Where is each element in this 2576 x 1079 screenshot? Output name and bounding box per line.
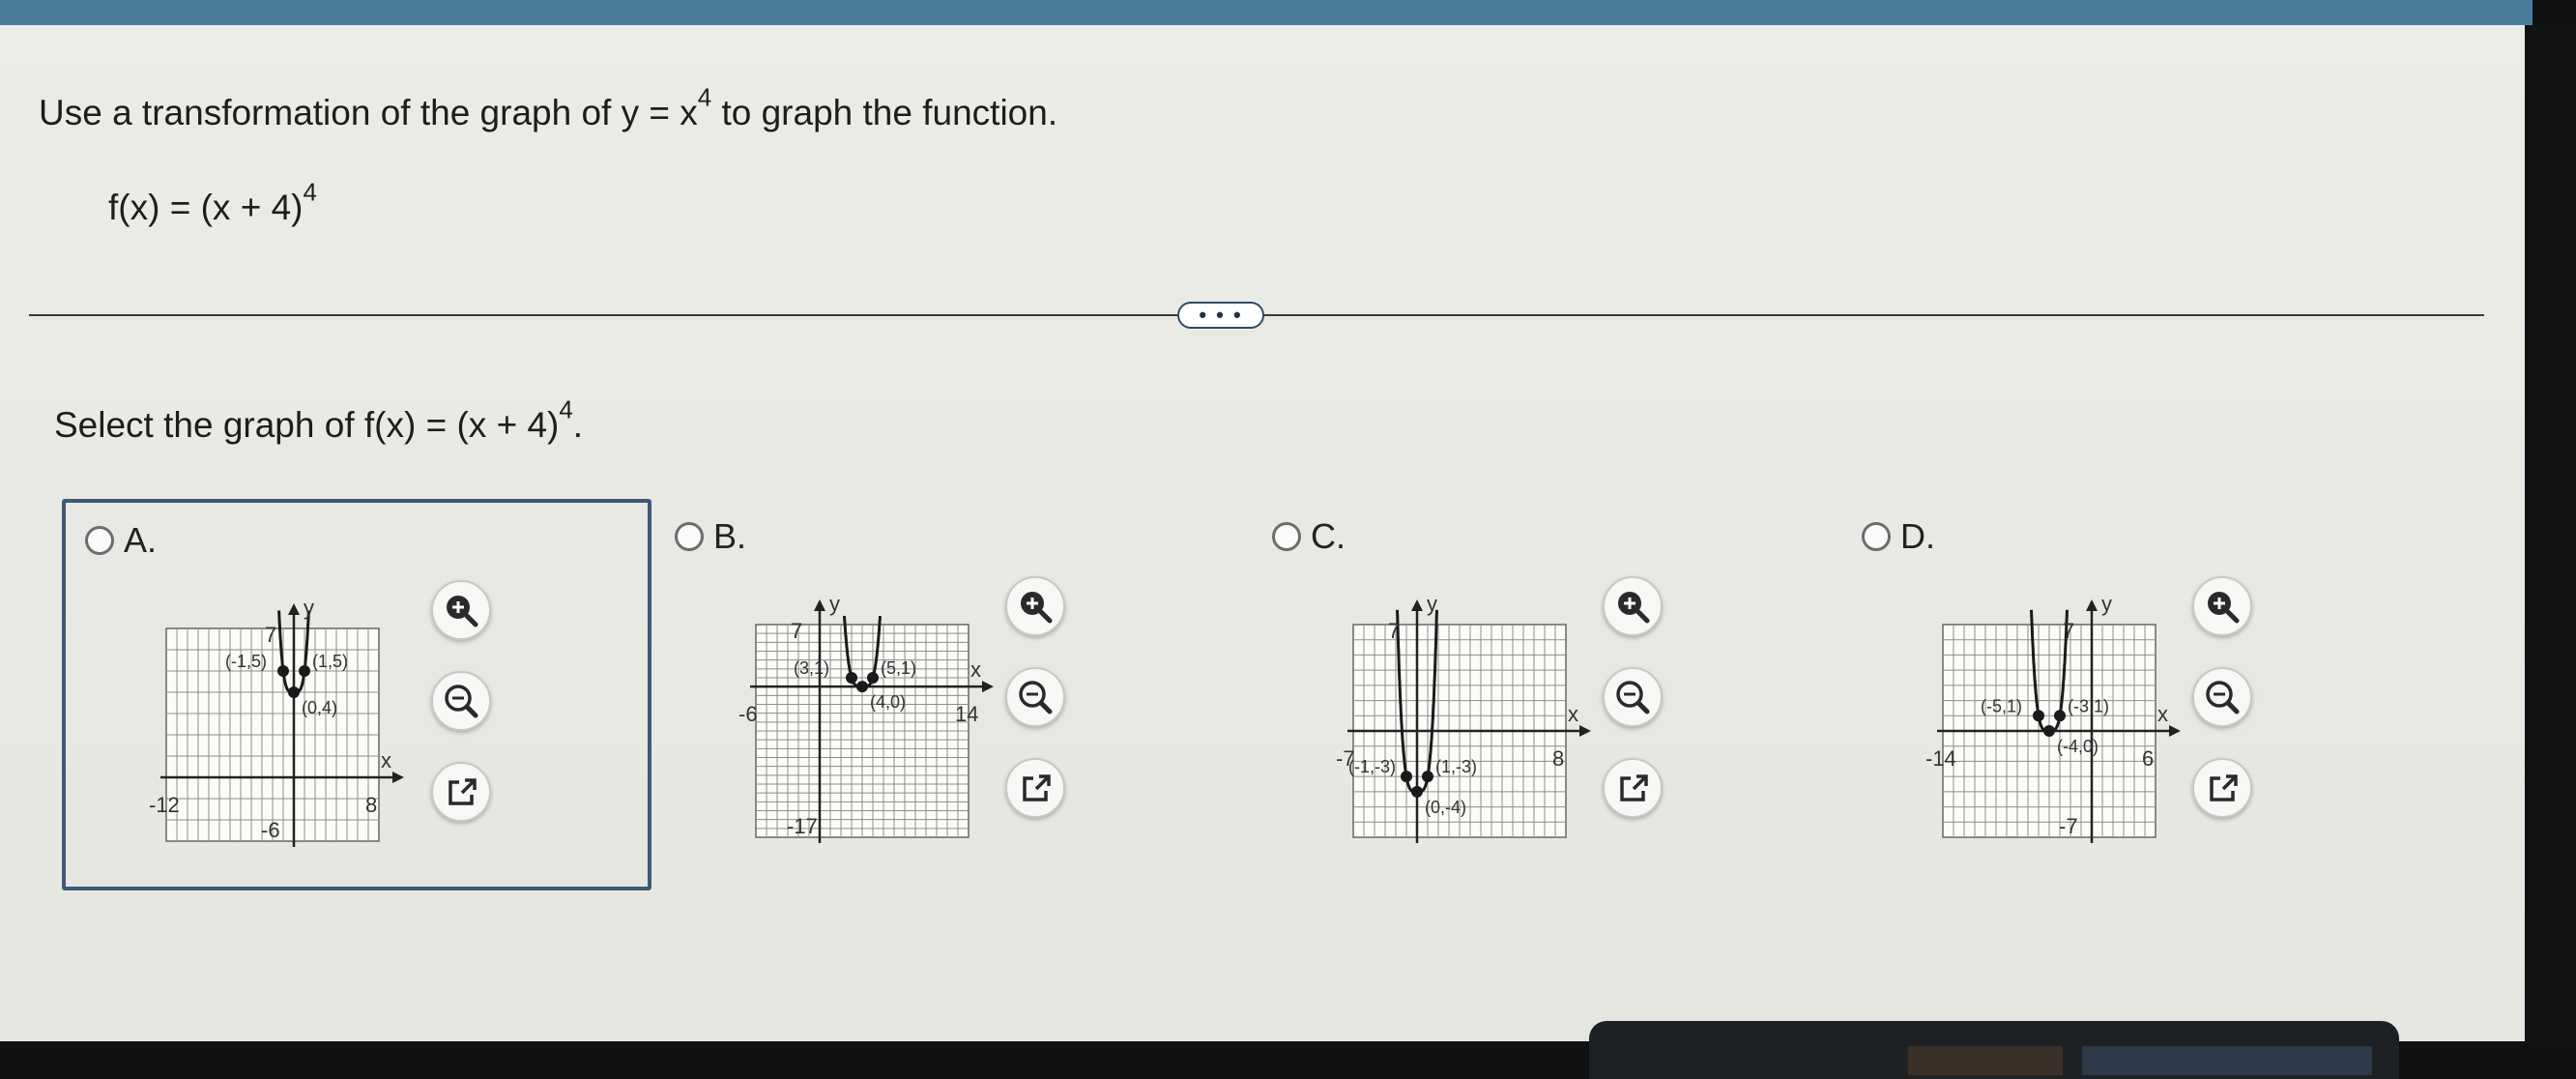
toolbar-segment (1908, 1046, 2063, 1075)
option-a-label: A. (124, 520, 158, 560)
y-axis-arrow (814, 599, 825, 611)
tick-label: 7 (2063, 619, 2074, 643)
tick-label: 14 (955, 702, 978, 726)
option-b-radio[interactable] (675, 522, 704, 551)
option-d[interactable]: D. (-5,1) (-3,1) (-4,0) y x 7 -14 6 -7 (1842, 499, 2432, 890)
option-c[interactable]: C. (-1,-3) (1,-3) (0,-4) y x 7 -7 8 (1253, 499, 1842, 890)
zoom-out-icon[interactable] (2192, 667, 2252, 727)
zoom-in-icon[interactable] (1005, 576, 1065, 636)
function-expression: f(x) = (x + 4)4 (108, 179, 317, 227)
point-label: (3,1) (794, 658, 829, 678)
x-axis-arrow (982, 681, 994, 693)
point-label: (-1,5) (225, 652, 267, 671)
option-a-tools (431, 580, 499, 822)
curve-point (867, 672, 879, 684)
point-label: (-4,0) (2057, 737, 2098, 756)
option-b[interactable]: B. (3,1) (5,1) (4,0) y x 7 -6 14 -17 (655, 499, 1245, 890)
y-axis-arrow (1411, 599, 1423, 611)
tick-label: 7 (791, 619, 802, 643)
point-label: (0,4) (302, 698, 337, 717)
tick-label: -6 (261, 818, 280, 842)
open-external-icon[interactable] (1005, 758, 1065, 818)
curve-point (1411, 785, 1423, 798)
tick-label: 7 (1388, 619, 1400, 643)
zoom-in-icon[interactable] (1603, 576, 1663, 636)
tick-label: 6 (2142, 746, 2154, 771)
toolbar-segment (2082, 1046, 2372, 1075)
option-a-graph: (-1,5) (1,5) (0,4) y x 7 -12 8 -6 (149, 596, 404, 847)
point-label: (-3,1) (2068, 696, 2109, 715)
point-label: (0,-4) (1425, 798, 1466, 817)
option-a-radio[interactable] (85, 526, 114, 555)
point-label: (-1,-3) (1348, 757, 1396, 776)
option-c-radio[interactable] (1272, 522, 1301, 551)
option-b-graph: (3,1) (5,1) (4,0) y x 7 -6 14 -17 (738, 592, 994, 843)
tick-label: 8 (1552, 746, 1564, 771)
expand-button[interactable]: • • • (1177, 302, 1264, 329)
top-bar (0, 0, 2533, 25)
tick-label: -17 (787, 814, 818, 838)
y-axis-label: y (829, 592, 840, 616)
tick-label: 7 (265, 623, 276, 647)
tick-label: -6 (738, 702, 758, 726)
x-axis-arrow (1579, 725, 1591, 737)
y-axis-label: y (1427, 592, 1437, 616)
tick-label: 8 (365, 793, 377, 817)
tick-label: -7 (2059, 814, 2078, 838)
curve-point (277, 665, 289, 677)
option-d-label: D. (1900, 516, 1935, 556)
curve-point (2043, 725, 2055, 737)
option-d-radio[interactable] (1862, 522, 1891, 551)
curve-point (1422, 771, 1433, 783)
point-label: (1,5) (312, 652, 348, 671)
x-axis-label: x (381, 748, 391, 773)
curve-point (2033, 710, 2044, 722)
curve-point (2054, 710, 2066, 722)
tick-label: -7 (1336, 746, 1355, 771)
open-external-icon[interactable] (1603, 758, 1663, 818)
question-panel: Use a transformation of the graph of y =… (0, 25, 2525, 1079)
option-c-graph: (-1,-3) (1,-3) (0,-4) y x 7 -7 8 (1336, 592, 1591, 843)
curve-point (288, 686, 300, 698)
zoom-out-icon[interactable] (1005, 667, 1065, 727)
y-axis-arrow (2086, 599, 2098, 611)
curve-point (299, 665, 310, 677)
y-axis-arrow (288, 603, 300, 615)
answer-prompt: Select the graph of f(x) = (x + 4)4. (54, 396, 584, 445)
instruction-text: Use a transformation of the graph of y =… (39, 84, 1058, 132)
x-axis-label: x (970, 657, 981, 682)
bottom-toolbar (1589, 1021, 2399, 1079)
x-axis-arrow (2169, 725, 2181, 737)
option-c-tools (1603, 576, 1670, 818)
point-label: (-5,1) (1981, 696, 2022, 715)
point-label: (5,1) (881, 658, 916, 678)
zoom-out-icon[interactable] (431, 671, 491, 731)
tick-label: -14 (1925, 746, 1956, 771)
curve-point (1401, 771, 1412, 783)
option-d-graph: (-5,1) (-3,1) (-4,0) y x 7 -14 6 -7 (1925, 592, 2181, 843)
y-axis-label: y (304, 596, 314, 620)
y-axis-label: y (2101, 592, 2112, 616)
option-b-label: B. (713, 516, 747, 556)
point-label: (4,0) (870, 692, 906, 712)
zoom-in-icon[interactable] (431, 580, 491, 640)
open-external-icon[interactable] (2192, 758, 2252, 818)
open-external-icon[interactable] (431, 762, 491, 822)
point-label: (1,-3) (1435, 757, 1477, 776)
option-a[interactable]: A. (-1,5) (1,5) (0,4) y x 7 -12 8 -6 (62, 499, 651, 890)
option-c-label: C. (1311, 516, 1346, 556)
zoom-out-icon[interactable] (1603, 667, 1663, 727)
option-b-tools (1005, 576, 1073, 818)
curve-point (856, 681, 868, 693)
option-d-tools (2192, 576, 2260, 818)
curve-point (846, 672, 857, 684)
zoom-in-icon[interactable] (2192, 576, 2252, 636)
x-axis-arrow (392, 772, 404, 783)
x-axis-label: x (2157, 702, 2168, 726)
x-axis-label: x (1568, 702, 1578, 726)
screen-edge (2525, 25, 2576, 1041)
tick-label: -12 (149, 793, 180, 817)
